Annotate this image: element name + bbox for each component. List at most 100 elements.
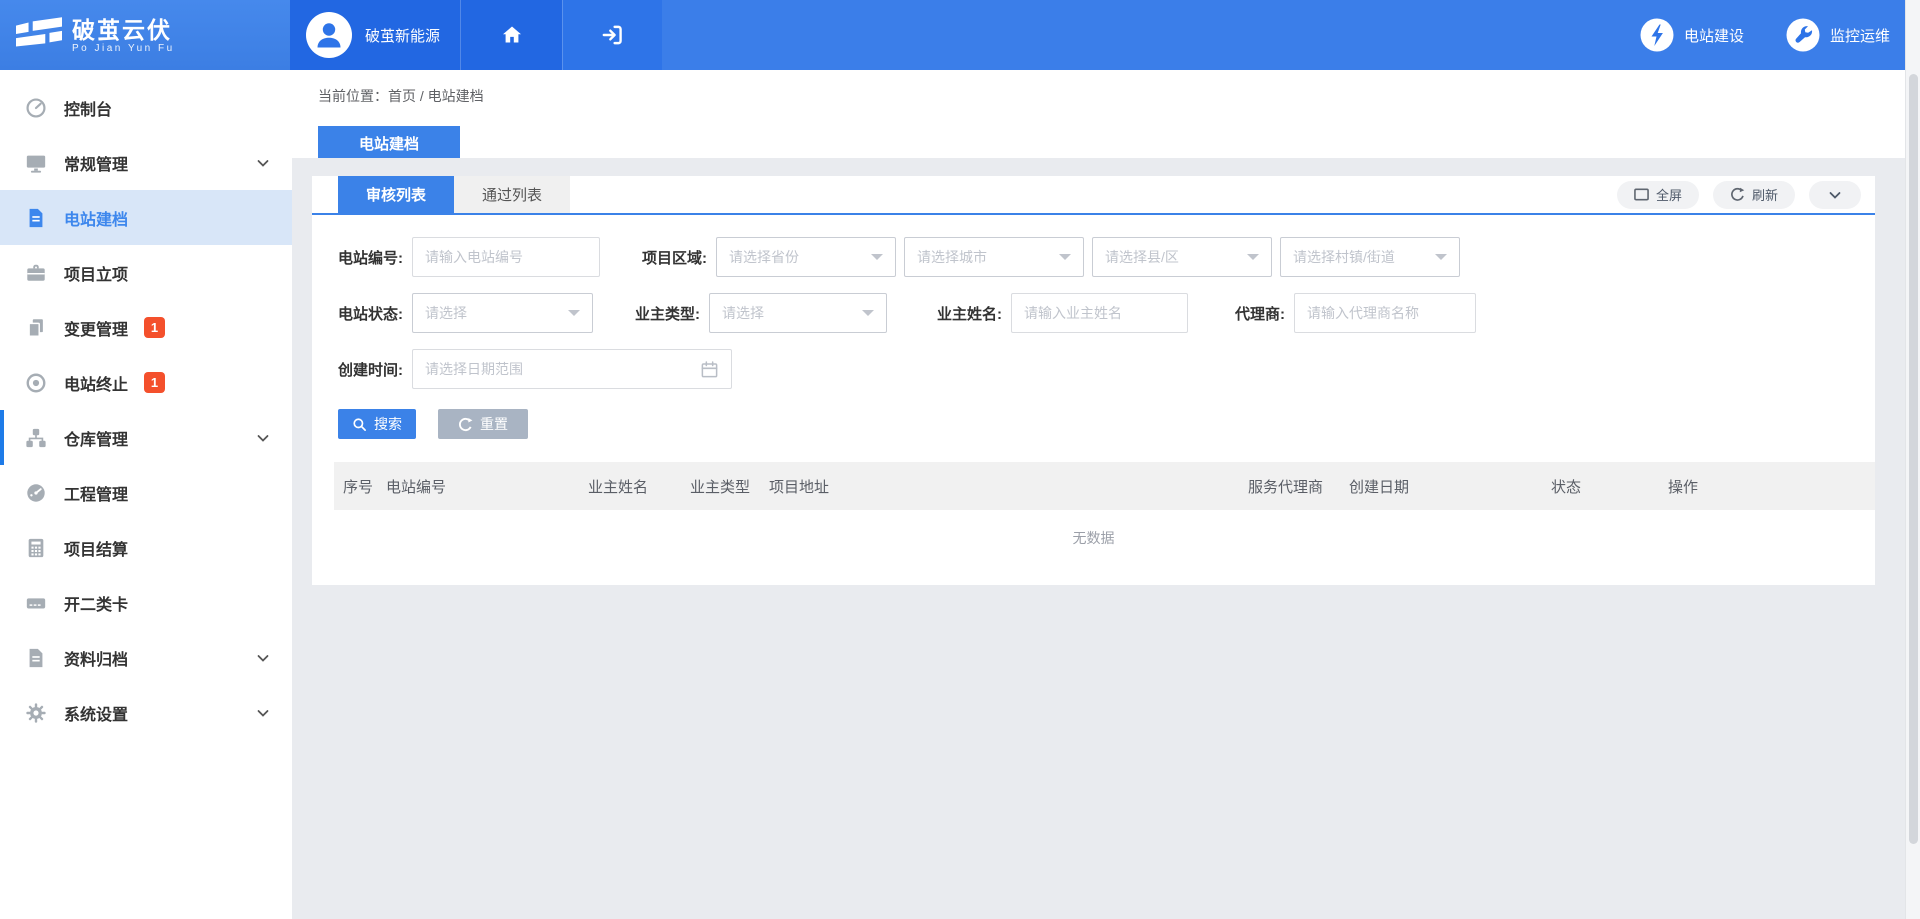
document-icon [25, 207, 47, 229]
sidebar-item-change-mgmt[interactable]: 变更管理 1 [0, 300, 292, 355]
col-status: 状态 [1551, 476, 1668, 497]
brand-title: 破茧云伏 [72, 17, 175, 43]
status-placeholder: 请选择 [425, 303, 467, 323]
town-select[interactable]: 请选择村镇/街道 [1280, 237, 1460, 277]
lightning-icon [1640, 18, 1674, 52]
calculator-icon [25, 537, 47, 559]
home-button[interactable] [460, 0, 562, 70]
sidebar-item-engineering-mgmt[interactable]: 工程管理 [0, 465, 292, 520]
calendar-icon [700, 360, 719, 379]
city-select[interactable]: 请选择城市 [904, 237, 1084, 277]
sitemap-icon [25, 427, 47, 449]
card-header: 审核列表 通过列表 全屏 刷新 [312, 176, 1875, 215]
station-no-label: 电站编号: [338, 247, 403, 268]
badge-count: 1 [144, 317, 165, 338]
col-actions: 操作 [1668, 476, 1875, 497]
tab-review-list[interactable]: 审核列表 [338, 176, 454, 213]
breadcrumb-label: 当前位置： [318, 88, 388, 104]
owner-type-label: 业主类型: [635, 303, 700, 324]
station-status-select[interactable]: 请选择 [412, 293, 593, 333]
sidebar-item-station-termination[interactable]: 电站终止 1 [0, 355, 292, 410]
date-range-picker[interactable]: 请选择日期范围 [412, 349, 732, 389]
sidebar-item-warehouse-mgmt[interactable]: 仓库管理 [0, 410, 292, 465]
town-placeholder: 请选择村镇/街道 [1293, 247, 1395, 267]
current-user[interactable]: 破茧新能源 [290, 0, 460, 70]
avatar [306, 12, 352, 58]
sidebar-item-dashboard[interactable]: 控制台 [0, 80, 292, 135]
chevron-down-icon [256, 431, 270, 445]
owner-name-input[interactable] [1011, 293, 1188, 333]
brand-logo-area: 破茧云伏 Po Jian Yun Fu [0, 0, 290, 70]
sidebar-item-project-settlement[interactable]: 项目结算 [0, 520, 292, 575]
card-toolbar: 全屏 刷新 [1617, 181, 1861, 209]
chevron-down-icon [256, 706, 270, 720]
county-placeholder: 请选择县/区 [1105, 247, 1179, 267]
region-label: 项目区域: [642, 247, 707, 268]
sidebar-item-label: 工程管理 [64, 481, 128, 505]
sidebar-item-label: 电站建档 [64, 206, 128, 230]
page-tab-station-filing[interactable]: 电站建档 [318, 126, 460, 161]
caret-down-icon [871, 254, 883, 266]
agent-input[interactable] [1294, 293, 1476, 333]
scrollbar-thumb[interactable] [1909, 74, 1918, 844]
station-filing-card: 审核列表 通过列表 全屏 刷新 [312, 176, 1875, 585]
gear-icon [25, 702, 47, 724]
sidebar-item-label: 资料归档 [64, 646, 128, 670]
reset-button[interactable]: 重置 [438, 409, 528, 439]
caret-down-icon [1059, 254, 1071, 266]
sign-in-button[interactable] [562, 0, 662, 70]
fullscreen-icon [1634, 188, 1649, 201]
county-select[interactable]: 请选择县/区 [1092, 237, 1272, 277]
owner-name-label: 业主姓名: [937, 303, 1002, 324]
caret-down-icon [862, 310, 874, 322]
owner-type-select[interactable]: 请选择 [709, 293, 887, 333]
sidebar-item-project-initiation[interactable]: 项目立项 [0, 245, 292, 300]
search-label: 搜索 [374, 414, 402, 434]
city-placeholder: 请选择城市 [917, 247, 987, 267]
collapse-button[interactable] [1809, 181, 1861, 209]
monitor-icon [25, 152, 47, 174]
col-owner-name: 业主姓名 [588, 476, 690, 497]
sidebar: 控制台 常规管理 电站建档 项目立项 变更管理 1 电站终止 [0, 70, 292, 919]
content-area: 审核列表 通过列表 全屏 刷新 [292, 158, 1920, 919]
home-icon [500, 23, 524, 47]
sidebar-item-label: 开二类卡 [64, 591, 128, 615]
nav-station-build[interactable]: 电站建设 [1640, 18, 1744, 52]
refresh-label: 刷新 [1752, 185, 1778, 204]
search-button[interactable]: 搜索 [338, 409, 416, 439]
sidebar-item-label: 变更管理 [64, 316, 128, 340]
province-select[interactable]: 请选择省份 [716, 237, 896, 277]
col-create-date: 创建日期 [1349, 476, 1551, 497]
station-no-input[interactable] [412, 237, 600, 277]
brand-text: 破茧云伏 Po Jian Yun Fu [72, 17, 175, 54]
nav-station-build-label: 电站建设 [1684, 25, 1744, 46]
wrench-icon [1786, 18, 1820, 52]
owner-type-placeholder: 请选择 [722, 303, 764, 323]
record-circle-icon [25, 372, 47, 394]
sidebar-item-system-settings[interactable]: 系统设置 [0, 685, 292, 740]
caret-down-icon [1435, 254, 1447, 266]
brand-logo-icon [16, 17, 62, 53]
col-owner-type: 业主类型 [690, 476, 769, 497]
refresh-button[interactable]: 刷新 [1713, 181, 1795, 209]
brand-subtitle: Po Jian Yun Fu [72, 43, 175, 54]
dashboard-gauge-icon [25, 482, 47, 504]
nav-monitor-ops[interactable]: 监控运维 [1786, 18, 1890, 52]
nav-monitor-ops-label: 监控运维 [1830, 25, 1890, 46]
tab-passed-list[interactable]: 通过列表 [454, 176, 570, 213]
sidebar-item-label: 项目立项 [64, 261, 128, 285]
sidebar-item-general-mgmt[interactable]: 常规管理 [0, 135, 292, 190]
refresh-icon [1730, 187, 1745, 202]
vertical-scrollbar [1905, 0, 1920, 919]
briefcase-icon [25, 262, 47, 284]
sidebar-item-data-archive[interactable]: 资料归档 [0, 630, 292, 685]
sidebar-item-label: 项目结算 [64, 536, 128, 560]
sidebar-item-open-type2-card[interactable]: 开二类卡 [0, 575, 292, 630]
copy-pages-icon [25, 317, 47, 339]
sidebar-item-station-filing[interactable]: 电站建档 [0, 190, 292, 245]
filter-row-3: 创建时间: 请选择日期范围 [338, 349, 1849, 389]
create-time-label: 创建时间: [338, 359, 403, 380]
gauge-icon [25, 97, 47, 119]
fullscreen-button[interactable]: 全屏 [1617, 181, 1699, 209]
sidebar-item-label: 仓库管理 [64, 426, 128, 450]
